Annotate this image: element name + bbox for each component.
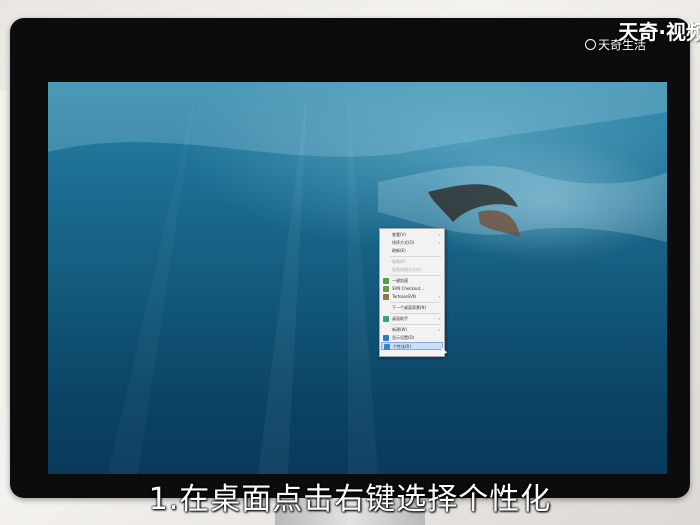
menu-separator <box>390 302 441 303</box>
context-menu-item-label: 下一个桌面背景(N) <box>392 305 427 310</box>
chevron-right-icon: › <box>438 240 440 245</box>
ocean-wave-wallpaper <box>48 82 667 474</box>
personalize-icon <box>384 344 390 350</box>
chevron-right-icon: › <box>438 327 440 332</box>
context-menu-item-label: 查看(V) <box>392 232 406 237</box>
chevron-right-icon: › <box>438 232 440 237</box>
context-menu-item[interactable]: 显示设置(D) <box>381 334 443 342</box>
subtitle-caption: 1.在桌面点击右键选择个性化 <box>148 482 552 517</box>
context-menu-item-label: 粘贴(P) <box>392 259 406 264</box>
watermark-brand-text: 天奇生活 <box>598 38 647 52</box>
chevron-right-icon: › <box>438 294 440 299</box>
tianqi-logo-icon <box>585 39 596 50</box>
context-menu-item: 粘贴(P) <box>381 258 443 266</box>
context-menu-item-label: 新建(W) <box>392 327 408 332</box>
boost-icon <box>383 278 389 284</box>
context-menu-item-label: 排序方式(O) <box>392 240 415 245</box>
context-menu-item[interactable]: 新建(W) › <box>381 326 443 334</box>
context-menu-item: 粘贴快捷方式(S) <box>381 266 443 274</box>
menu-separator <box>390 275 441 276</box>
context-menu-item-label: 粘贴快捷方式(S) <box>392 267 422 272</box>
menu-separator <box>390 256 441 257</box>
context-menu-item-label: 刷新(E) <box>392 248 406 253</box>
context-menu-item-label: 显示设置(D) <box>392 335 415 340</box>
context-menu-item-label: 一键加速 <box>392 278 408 283</box>
svn-checkout-icon <box>383 286 389 292</box>
watermark-brand: 天奇生活 <box>585 36 646 53</box>
context-menu-item[interactable]: SVN Checkout... <box>381 285 443 293</box>
context-menu-item[interactable]: 查看(V) › <box>381 231 443 239</box>
context-menu-item[interactable]: 桌面助手 › <box>381 315 443 323</box>
context-menu-item[interactable]: 排序方式(O) › <box>381 239 443 247</box>
tortoisesvn-icon <box>383 294 389 300</box>
context-menu-item[interactable]: 一键加速 <box>381 277 443 285</box>
context-menu-item[interactable]: 个性化(R) <box>381 342 443 350</box>
desktop-screen[interactable]: 查看(V) › 排序方式(O) › 刷新(E) 粘贴(P) 粘贴快捷方式(S) 一键加速 SVN… <box>48 82 667 474</box>
chevron-right-icon: › <box>438 316 440 321</box>
context-menu-item-label: SVN Checkout... <box>392 286 425 291</box>
display-settings-icon <box>383 335 389 341</box>
menu-separator <box>390 313 441 314</box>
context-menu-item[interactable]: TortoiseSVN › <box>381 293 443 301</box>
context-menu-item-label: TortoiseSVN <box>392 294 416 299</box>
desktop-assistant-icon <box>383 316 389 322</box>
context-menu-item[interactable]: 下一个桌面背景(N) <box>381 304 443 312</box>
context-menu-item[interactable]: 刷新(E) <box>381 247 443 255</box>
context-menu-item-label: 桌面助手 <box>392 316 408 321</box>
menu-separator <box>390 324 441 325</box>
desktop-context-menu: 查看(V) › 排序方式(O) › 刷新(E) 粘贴(P) 粘贴快捷方式(S) 一键加速 SVN… <box>379 228 445 357</box>
context-menu-item-label: 个性化(R) <box>393 344 411 349</box>
monitor-bezel: 查看(V) › 排序方式(O) › 刷新(E) 粘贴(P) 粘贴快捷方式(S) 一键加速 SVN… <box>10 18 690 498</box>
